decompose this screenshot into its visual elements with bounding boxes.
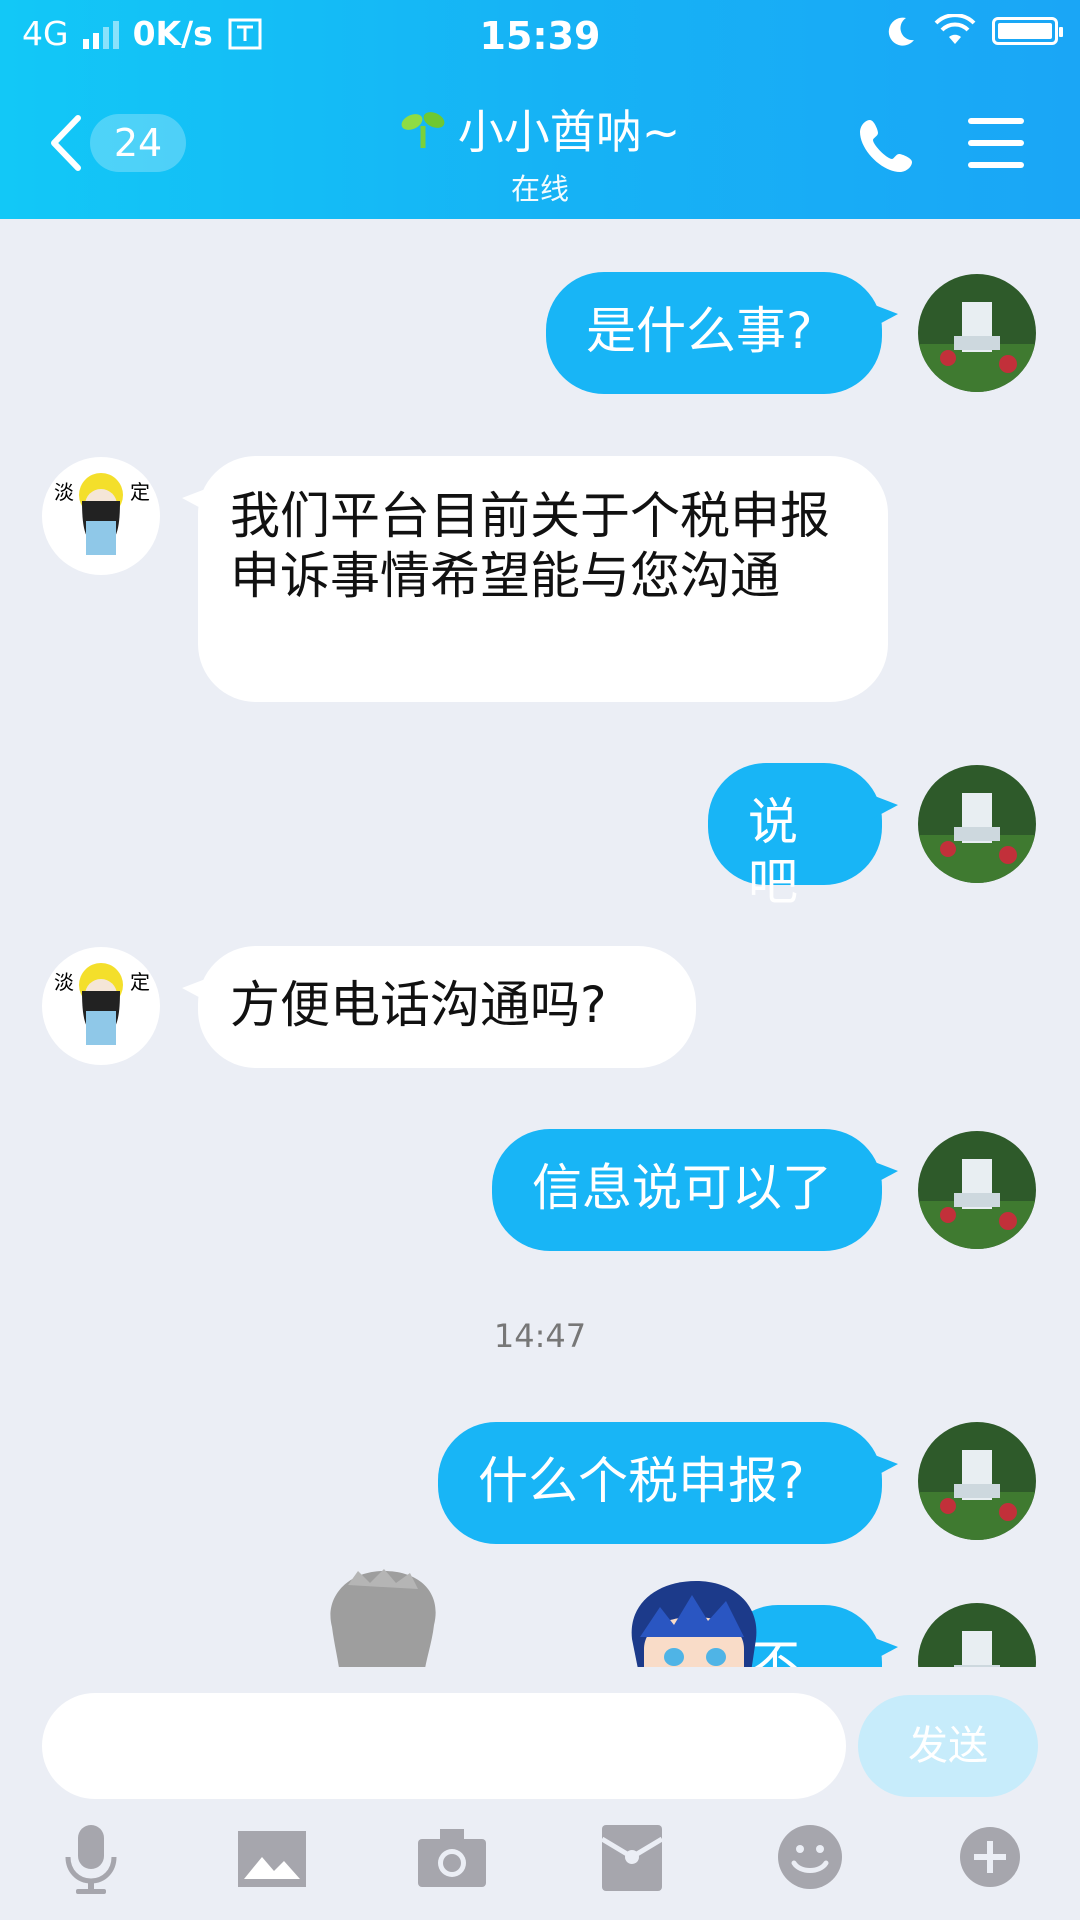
image-icon[interactable] — [232, 1817, 312, 1897]
svg-text:淡: 淡 — [54, 970, 74, 994]
moon-icon — [888, 17, 914, 46]
contact-name: 小小酋呐~ — [457, 105, 681, 159]
phone-icon[interactable] — [858, 116, 916, 174]
message-bubble-sent[interactable]: 什么个税申报? — [438, 1422, 898, 1544]
sprout-icon — [401, 112, 445, 148]
red-packet-icon[interactable] — [592, 1817, 672, 1897]
my-avatar[interactable] — [918, 274, 1036, 392]
svg-text:定: 定 — [130, 480, 150, 504]
plus-icon[interactable] — [950, 1817, 1030, 1897]
microphone-icon[interactable] — [50, 1817, 130, 1897]
svg-text:淡: 淡 — [54, 480, 74, 504]
battery-icon — [992, 17, 1063, 45]
input-toolbar — [0, 1817, 1080, 1907]
my-avatar[interactable] — [918, 765, 1036, 883]
message-bubble-received[interactable]: 我们平台目前关于个税申报 申诉事情希望能与您沟通 — [182, 456, 888, 702]
menu-icon[interactable] — [968, 118, 1024, 168]
my-avatar[interactable] — [918, 1422, 1036, 1540]
message-list[interactable]: 是什么事? 淡定 我们平台目前关于个税申报 申诉事情希望能与您沟通 说吧 淡定 … — [0, 219, 1080, 1667]
my-avatar[interactable] — [918, 1603, 1036, 1667]
contact-avatar[interactable]: 淡定 — [42, 457, 160, 575]
chat-title: 小小酋呐~ 在线 — [0, 96, 1080, 208]
status-bar: 4G 0K/s 15:39 — [0, 0, 1080, 72]
app-header: 4G 0K/s 15:39 24 小小酋呐~ 在线 — [0, 0, 1080, 219]
message-bubble-sent[interactable]: 说吧 — [708, 763, 898, 911]
contact-avatar[interactable]: 淡定 — [42, 947, 160, 1065]
message-bubble-sent[interactable]: 是什么事? — [546, 272, 898, 394]
message-input[interactable] — [42, 1693, 846, 1799]
camera-icon[interactable] — [412, 1817, 492, 1897]
my-avatar[interactable] — [918, 1131, 1036, 1249]
svg-text:定: 定 — [130, 970, 150, 994]
peeking-character-gray — [330, 1569, 436, 1667]
wifi-icon — [934, 14, 976, 44]
input-bar: 发送 — [0, 1667, 1080, 1920]
message-bubble-received[interactable]: 方便电话沟通吗? — [182, 946, 696, 1068]
peeking-character-blue — [631, 1581, 757, 1667]
contact-status: 在线 — [510, 172, 569, 206]
emoji-icon[interactable] — [770, 1817, 850, 1897]
timestamp-divider: 14:47 — [493, 1317, 587, 1355]
send-button[interactable]: 发送 — [858, 1695, 1038, 1797]
message-bubble-sent[interactable]: 信息说可以了 — [492, 1129, 898, 1251]
